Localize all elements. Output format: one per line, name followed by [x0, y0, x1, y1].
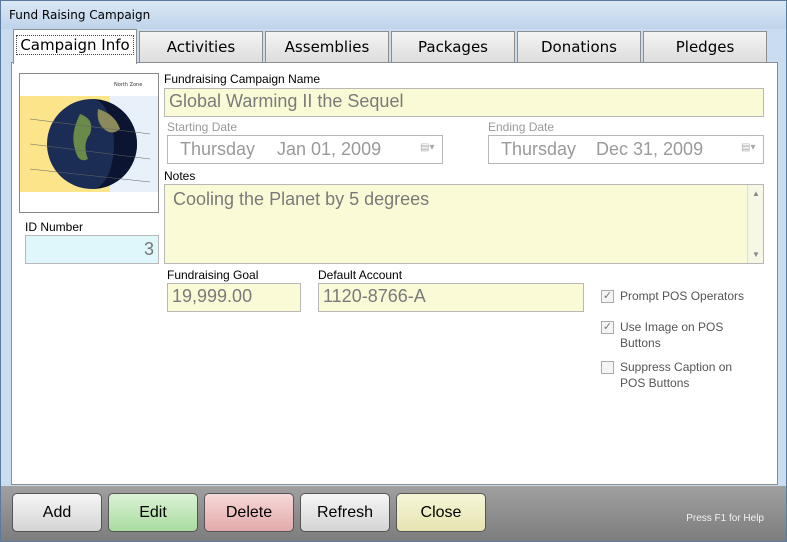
campaign-info-panel: North Zone ID Number 3 Fundraising Campa… [11, 62, 778, 485]
ending-date-weekday: Thursday [501, 139, 577, 159]
ending-date-label: Ending Date [488, 120, 555, 134]
delete-button[interactable]: Delete [204, 493, 294, 532]
help-hint: Press F1 for Help [686, 513, 764, 524]
checkbox-label: Use Image on POS Buttons [620, 320, 724, 350]
ending-date-value: Dec 31, 2009 [596, 139, 704, 159]
tab-pledges[interactable]: Pledges [643, 31, 767, 63]
default-account-value: 1120-8766-A [323, 286, 426, 306]
calendar-dropdown-icon[interactable]: ▤▾ [420, 142, 438, 154]
tab-strip: Campaign Info Activities Assemblies Pack… [11, 29, 771, 64]
tab-packages[interactable]: Packages [391, 31, 515, 63]
campaign-image[interactable]: North Zone [19, 73, 159, 213]
starting-date-label: Starting Date [167, 120, 238, 134]
checkbox-checked-icon: ✓ [601, 290, 614, 303]
id-number-value: 3 [143, 239, 154, 259]
checkbox-checked-icon: ✓ [601, 321, 614, 334]
app-window: Fund Raising Campaign Campaign Info Acti… [0, 0, 787, 542]
scroll-down-icon[interactable]: ▼ [752, 250, 760, 259]
use-image-pos-buttons-checkbox[interactable]: ✓ Use Image on POS Buttons [601, 319, 771, 353]
tab-label: Donations [541, 38, 617, 56]
tab-label: Assemblies [284, 38, 370, 56]
image-caption: North Zone [114, 82, 142, 88]
notes-value: Cooling the Planet by 5 degrees [173, 189, 430, 209]
fundraising-goal-input[interactable]: 19,999.00 [167, 283, 301, 312]
calendar-dropdown-icon[interactable]: ▤▾ [741, 142, 759, 154]
starting-date-value: Jan 01, 2009 [277, 139, 382, 159]
fundraising-goal-value: 19,999.00 [172, 286, 253, 306]
refresh-button[interactable]: Refresh [300, 493, 390, 532]
notes-textarea[interactable]: Cooling the Planet by 5 degrees ▲ ▼ [164, 184, 764, 264]
notes-scrollbar[interactable]: ▲ ▼ [747, 185, 763, 263]
tab-assemblies[interactable]: Assemblies [265, 31, 389, 63]
ending-date-picker[interactable]: Thursday Dec 31, 2009 ▤▾ [488, 135, 764, 164]
prompt-pos-operators-checkbox[interactable]: ✓ Prompt POS Operators [601, 288, 771, 306]
fundraising-goal-label: Fundraising Goal [167, 268, 259, 282]
checkbox-label: Prompt POS Operators [620, 289, 745, 303]
action-bar: Add Edit Delete Refresh Close Press F1 f… [1, 486, 786, 541]
default-account-label: Default Account [318, 268, 403, 282]
default-account-input[interactable]: 1120-8766-A [318, 283, 584, 312]
campaign-name-input[interactable]: Global Warming II the Sequel [164, 88, 764, 117]
close-button[interactable]: Close [396, 493, 486, 532]
tab-activities[interactable]: Activities [139, 31, 263, 63]
globe-image: North Zone [20, 82, 158, 192]
tab-label: Packages [418, 38, 488, 56]
starting-date-weekday: Thursday [180, 139, 256, 159]
edit-button[interactable]: Edit [108, 493, 198, 532]
scroll-up-icon[interactable]: ▲ [752, 189, 760, 198]
tab-label: Campaign Info [16, 35, 134, 55]
campaign-name-value: Global Warming II the Sequel [169, 91, 404, 111]
id-number-field[interactable]: 3 [25, 235, 159, 264]
checkbox-label: Suppress Caption on POS Buttons [620, 360, 733, 390]
checkbox-unchecked-icon [601, 361, 614, 374]
add-button[interactable]: Add [12, 493, 102, 532]
window-title: Fund Raising Campaign [9, 8, 151, 22]
tab-donations[interactable]: Donations [517, 31, 641, 63]
suppress-caption-checkbox[interactable]: Suppress Caption on POS Buttons [601, 359, 771, 393]
notes-label: Notes [164, 169, 196, 183]
tab-label: Pledges [675, 38, 735, 56]
title-bar[interactable]: Fund Raising Campaign [1, 1, 786, 29]
starting-date-picker[interactable]: Thursday Jan 01, 2009 ▤▾ [167, 135, 443, 164]
tab-campaign-info[interactable]: Campaign Info [13, 29, 137, 64]
campaign-name-label: Fundraising Campaign Name [164, 72, 321, 86]
tab-label: Activities [166, 38, 236, 56]
id-number-label: ID Number [25, 220, 84, 234]
